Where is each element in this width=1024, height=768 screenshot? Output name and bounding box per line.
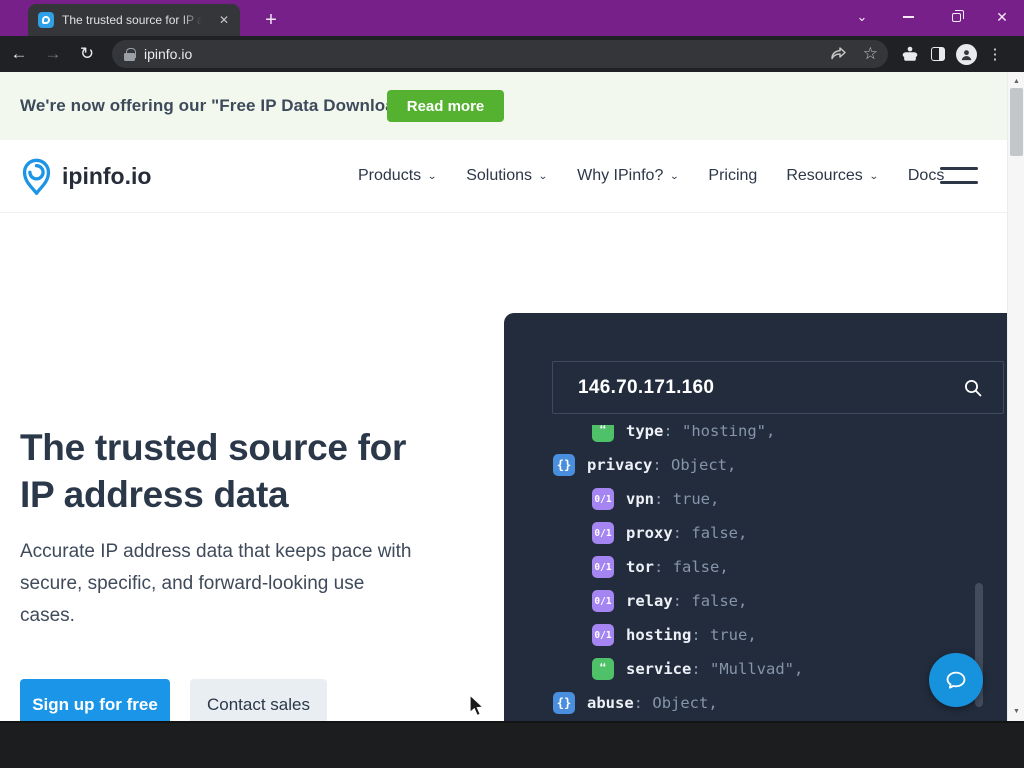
site-navbar: ipinfo.io Products ⌄ Solutions ⌄ Why IPinf…: [0, 140, 1007, 213]
hero-title: The trusted source for IP address data: [20, 427, 407, 515]
nav-item-pricing[interactable]: Pricing: [708, 167, 757, 185]
boolean-badge-icon: 0/1: [592, 488, 614, 510]
lock-icon[interactable]: [124, 47, 136, 61]
extensions-puzzle-icon[interactable]: [900, 44, 920, 64]
ipinfo-favicon-icon: [38, 12, 54, 28]
announcement-banner: We're now offering our "Free IP Data Dow…: [0, 72, 1007, 140]
nav-item-resources[interactable]: Resources ⌄: [786, 167, 879, 185]
share-icon[interactable]: [829, 44, 849, 64]
taskbar: Search ^: [0, 723, 1024, 768]
chevron-down-icon: ⌄: [868, 170, 879, 182]
banner-text: We're now offering our "Free IP Data Dow…: [20, 96, 424, 115]
titlebar-chevron-icon[interactable]: ⌄: [840, 0, 884, 34]
json-row-relay: 0/1 relay: false,: [592, 586, 747, 616]
nav-item-docs[interactable]: Docs: [908, 167, 944, 185]
toolbar-actions: ⋮: [900, 43, 1005, 65]
new-tab-button[interactable]: +: [258, 8, 284, 32]
string-badge-icon: ❝: [592, 658, 614, 680]
nav-items: Products ⌄ Solutions ⌄ Why IPinfo? ⌄ Pricin…: [358, 140, 944, 212]
restore-button[interactable]: [934, 0, 978, 34]
ip-lookup-panel: ❝type: "hosting" , {}privacy: Object, 0/…: [504, 313, 1007, 721]
reload-button[interactable]: ↻: [72, 39, 102, 69]
boolean-badge-icon: 0/1: [592, 522, 614, 544]
boolean-badge-icon: 0/1: [592, 556, 614, 578]
tab-title: The trusted source for IP address: [62, 13, 202, 27]
boolean-badge-icon: 0/1: [592, 624, 614, 646]
browser-tab[interactable]: The trusted source for IP address ✕: [28, 4, 240, 36]
browser-titlebar: The trusted source for IP address ✕ + ⌄ …: [0, 0, 1024, 36]
contact-sales-button[interactable]: Contact sales: [190, 679, 327, 721]
browser-toolbar: ← → ↻ ipinfo.io ☆ ⋮: [0, 36, 1024, 72]
side-panel-icon[interactable]: [928, 44, 948, 64]
bookmark-star-icon[interactable]: ☆: [863, 44, 878, 64]
nav-item-products[interactable]: Products ⌄: [358, 167, 437, 185]
mouse-cursor: [468, 693, 490, 723]
chevron-down-icon: ⌄: [538, 170, 549, 182]
json-row-vpn: 0/1 vpn: true,: [592, 484, 719, 514]
webpage-viewport: We're now offering our "Free IP Data Dow…: [0, 72, 1007, 721]
address-bar[interactable]: ipinfo.io ☆: [112, 40, 888, 68]
json-row-proxy: 0/1 proxy: false,: [592, 518, 747, 548]
scroll-up-arrow-icon[interactable]: ▲: [1008, 74, 1024, 89]
tab-close-icon[interactable]: ✕: [216, 12, 232, 28]
json-row-service: ❝ service: "Mullvad",: [592, 654, 803, 684]
string-badge-icon: ❝: [592, 425, 614, 442]
object-badge-icon: {}: [553, 454, 575, 476]
ip-search-input[interactable]: [553, 376, 943, 399]
hamburger-menu-icon[interactable]: [940, 167, 978, 184]
ip-search-box: [552, 361, 1004, 414]
url-text[interactable]: ipinfo.io: [144, 46, 192, 62]
forward-button: →: [44, 44, 62, 63]
chat-widget-button[interactable]: [929, 653, 983, 707]
object-badge-icon: {}: [553, 692, 575, 714]
json-row-type: ❝ type: "hosting" ,: [592, 425, 775, 446]
nav-item-solutions[interactable]: Solutions ⌄: [466, 167, 548, 185]
nav-item-why-ipinfo[interactable]: Why IPinfo? ⌄: [577, 167, 679, 185]
brand-name[interactable]: ipinfo.io: [62, 163, 151, 190]
search-button[interactable]: [943, 362, 1003, 413]
profile-avatar[interactable]: [956, 43, 977, 65]
scrollbar-thumb[interactable]: [1010, 88, 1023, 156]
chrome-menu-icon[interactable]: ⋮: [985, 45, 1005, 63]
back-button[interactable]: ←: [4, 39, 34, 69]
chat-icon: [946, 671, 966, 689]
signup-button[interactable]: Sign up for free: [20, 679, 170, 721]
hero-description: Accurate IP address data that keeps pace…: [20, 541, 412, 626]
chevron-down-icon: ⌄: [669, 170, 680, 182]
ipinfo-logo[interactable]: ipinfo.io: [20, 156, 151, 196]
desktop: The trusted source for IP address ✕ + ⌄ …: [0, 0, 1024, 768]
json-row-tor: 0/1 tor: false,: [592, 552, 729, 582]
read-more-button[interactable]: Read more: [387, 90, 504, 122]
scroll-down-arrow-icon[interactable]: ▼: [1008, 704, 1024, 719]
search-icon: [965, 379, 982, 396]
close-button[interactable]: ✕: [980, 0, 1024, 34]
json-row-privacy: {} privacy: Object,: [553, 450, 736, 480]
pin-icon: [22, 158, 51, 195]
boolean-badge-icon: 0/1: [592, 590, 614, 612]
page-scrollbar[interactable]: ▲ ▼: [1007, 72, 1024, 721]
minimize-button[interactable]: [886, 0, 930, 34]
chevron-down-icon: ⌄: [427, 170, 438, 182]
json-row-abuse: {} abuse: Object,: [553, 688, 718, 718]
json-row-hosting: 0/1 hosting: true,: [592, 620, 757, 650]
